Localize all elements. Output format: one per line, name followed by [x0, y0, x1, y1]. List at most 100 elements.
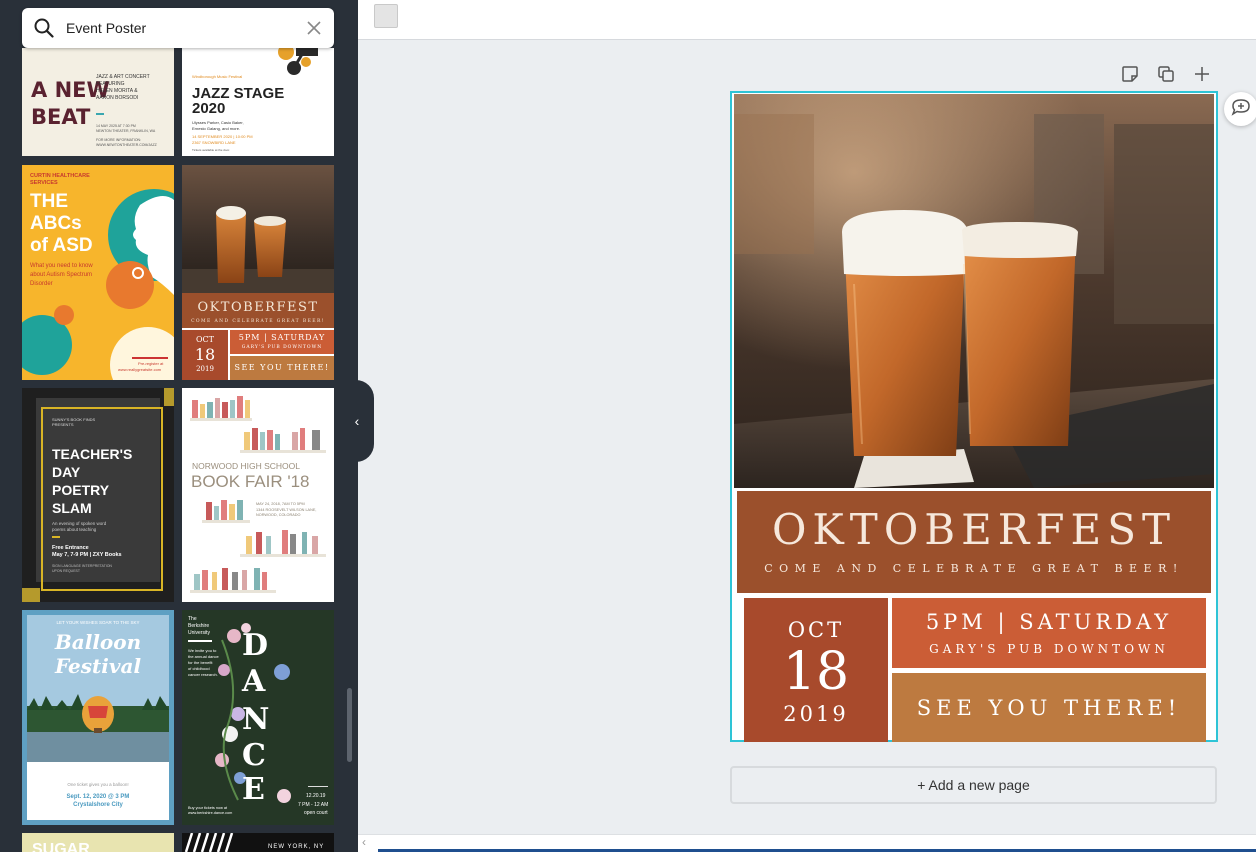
template-oktoberfest[interactable]: OKTOBERFEST COME AND CELEBRATE GREAT BEE…	[182, 165, 334, 380]
abcs-reg: Pre-register at	[138, 361, 164, 366]
scroll-left-icon[interactable]: ‹	[362, 835, 366, 849]
poster-subtitle: COME AND CELEBRATE GREAT BEER!	[764, 562, 1184, 575]
editor-toolbar	[358, 0, 1256, 40]
abcs-sub-1: What you need to know	[30, 263, 93, 269]
time-block[interactable]: 5PM | SATURDAY GARY'S PUB DOWNTOWN	[892, 598, 1206, 668]
abcs-title-1: THE	[30, 191, 68, 212]
partial-2-text: NEW YORK, NY	[268, 844, 325, 850]
thumb-cta: SEE YOU THERE!	[234, 363, 330, 372]
template-abcs-of-asd[interactable]: CURTIN HEALTHCARE SERVICES THE ABCs of A…	[22, 165, 174, 380]
sidebar-scrollbar[interactable]	[347, 688, 352, 762]
new-beat-sub: JAZZ & ART CONCERT FEATURING HELEN MORIT…	[96, 74, 150, 101]
search-input[interactable]: Event Poster	[66, 20, 294, 36]
poster-cta: SEE YOU THERE!	[916, 696, 1182, 720]
jazz-names: Ulysses Parker, Casio Baker, Ernesto Gal…	[192, 120, 244, 131]
add-new-page-button[interactable]: + Add a new page	[730, 766, 1217, 804]
template-partial-new-york[interactable]: NEW YORK, NY	[182, 833, 334, 852]
jazz-note: Tickets available at the door.	[192, 148, 230, 152]
balloon-kicker: LET YOUR WISHES SOAR TO THE SKY	[56, 620, 140, 625]
book-fair-line-2: BOOK FAIR '18	[191, 472, 310, 491]
duplicate-icon[interactable]	[1154, 63, 1178, 85]
poster-canvas[interactable]: OKTOBERFEST COME AND CELEBRATE GREAT BEE…	[730, 91, 1218, 742]
new-beat-more: FOR MORE INFORMATION: WWW.NEWTONTHEATER.…	[96, 138, 157, 147]
collapse-sidebar-button[interactable]: ‹	[340, 380, 374, 462]
abcs-url: www.reallygreatsite.com	[118, 367, 162, 372]
comment-icon	[1231, 98, 1251, 121]
cta-block[interactable]: SEE YOU THERE!	[892, 673, 1206, 742]
balloon-date: Sept. 12, 2020 @ 3 PM	[66, 794, 130, 800]
jazz-date: 14 SEPTEMBER 2020 | 10:00 PM 2367 SNOWBI…	[192, 134, 253, 145]
td-avail: UPON REQUEST	[52, 569, 81, 573]
dance-time: 7 PM - 12 AM	[298, 802, 329, 808]
dance-letter-c: C	[242, 738, 266, 773]
template-book-fair[interactable]: NORWOOD HIGH SCHOOL BOOK FAIR '18 MAY 24…	[182, 388, 334, 602]
page-tools	[1118, 63, 1214, 85]
poster-day: 18	[782, 642, 850, 702]
balloon-place: Crystalshore City	[73, 802, 123, 808]
td-title-1: TEACHER'S	[52, 446, 133, 462]
title-band[interactable]: OKTOBERFEST COME AND CELEBRATE GREAT BEE…	[737, 491, 1211, 593]
td-desc-2: poems about teaching	[52, 527, 97, 532]
poster-month: OCT	[787, 618, 845, 642]
dance-letter-e: E	[242, 772, 265, 807]
td-title-3: POETRY	[52, 482, 110, 498]
new-beat-date: 14 MAY 2025 AT 7:30 PM NEWTON THEATER, F…	[96, 124, 156, 133]
template-balloon-festival[interactable]: LET YOUR WISHES SOAR TO THE SKY Balloon …	[22, 610, 174, 825]
book-fair-details: MAY 24, 2018, 7AM TO 5PM 1344 ROOSEVELT …	[256, 502, 317, 517]
thumb-sub: COME AND CELEBRATE GREAT BEER!	[191, 319, 325, 324]
thumb-time: 5PM | SATURDAY	[238, 333, 326, 342]
jazz-kicker: Windborough Music Festival	[192, 74, 243, 79]
td-title-2: DAY	[52, 464, 81, 480]
dance-invite: We invite you to the annual dance for th…	[188, 648, 219, 677]
balloon-title-2: Festival	[54, 654, 142, 678]
abcs-sub-2: about Autism Spectrum	[30, 272, 93, 278]
note-icon[interactable]	[1118, 63, 1142, 85]
color-swatch-button[interactable]	[374, 4, 398, 28]
new-beat-title-2: BEAT	[31, 105, 91, 129]
td-entry: Free Entrance	[52, 545, 89, 551]
thumb-month: OCT	[195, 335, 214, 344]
dance-letter-a: A	[242, 664, 266, 699]
dance-letter-n: N	[242, 702, 270, 737]
thumb-year: 2019	[196, 365, 214, 373]
dance-tickets: Buy your tickets now at www.berkshire.da…	[188, 806, 233, 815]
dance-org: The Berkshire University	[188, 616, 210, 636]
td-sign: SIGN LANGUAGE INTERPRETATION	[52, 564, 112, 568]
poster-time: 5PM | SATURDAY	[925, 610, 1173, 634]
td-title-4: SLAM	[52, 500, 92, 516]
template-a-new-beat[interactable]: A NEW BEAT JAZZ & ART CONCERT FEATURING …	[22, 48, 174, 156]
add-icon[interactable]	[1190, 63, 1214, 85]
abcs-sub-3: Disorder	[30, 281, 53, 287]
horizontal-scrollbar[interactable]: ‹	[358, 834, 1256, 852]
dance-open: open court	[304, 810, 328, 816]
abcs-org-1: CURTIN HEALTHCARE	[30, 173, 90, 179]
abcs-title-2: ABCs	[30, 213, 82, 234]
td-desc-1: An evening of spoken word	[52, 521, 107, 526]
td-when: May 7, 7-9 PM | ZXY Books	[52, 552, 122, 558]
td-kicker-2: PRESENTS	[52, 422, 74, 427]
template-dance[interactable]: The Berkshire University We invite you t…	[182, 610, 334, 825]
balloon-tagline: One ticket gives you a balloon!	[67, 782, 129, 787]
search-bar[interactable]: Event Poster	[22, 8, 334, 48]
jazz-title-2: 2020	[192, 100, 226, 117]
date-block[interactable]: OCT 18 2019	[744, 598, 888, 742]
template-partial-sugar[interactable]: SUGAR	[22, 833, 174, 852]
balloon-title-1: Balloon	[54, 630, 142, 654]
add-comment-button[interactable]	[1224, 92, 1256, 126]
thumb-day: 18	[194, 345, 216, 364]
bookshelves-graphic	[190, 396, 326, 593]
beer-photo[interactable]	[734, 94, 1214, 488]
abcs-title-3: of ASD	[30, 235, 93, 256]
template-sidebar: Event Poster A NEW BEAT JAZZ & ART CONCE…	[0, 0, 358, 852]
oktoberfest-thumb-photo	[182, 165, 334, 293]
clear-search-icon[interactable]	[294, 8, 334, 48]
template-jazz-stage[interactable]: Windborough Music Festival JAZZ STAGE 20…	[182, 48, 334, 156]
poster-year: 2019	[783, 702, 849, 726]
search-icon	[22, 8, 66, 48]
thumb-title: OKTOBERFEST	[197, 300, 319, 315]
book-fair-line-1: NORWOOD HIGH SCHOOL	[192, 461, 300, 471]
dance-letter-d: D	[242, 628, 269, 663]
stripes-graphic	[184, 833, 234, 852]
poster-title: OKTOBERFEST	[772, 505, 1176, 554]
template-teachers-day[interactable]: SUNNY'S BOOK FINDS PRESENTS TEACHER'S DA…	[22, 388, 174, 602]
